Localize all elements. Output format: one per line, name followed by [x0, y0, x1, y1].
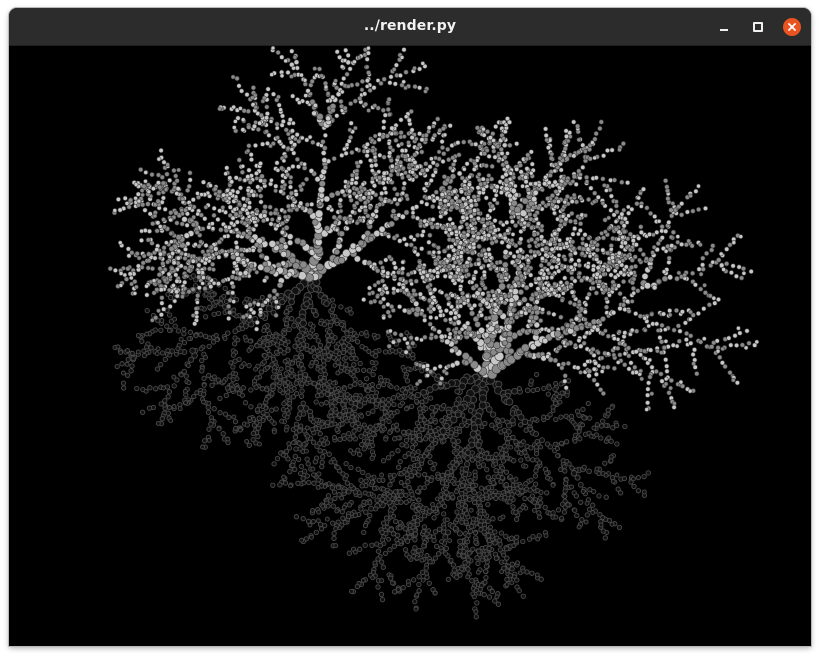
close-button[interactable] — [782, 17, 802, 37]
minimize-button[interactable] — [714, 17, 734, 37]
minimize-icon — [720, 29, 728, 31]
maximize-icon — [753, 22, 763, 32]
maximize-button[interactable] — [748, 17, 768, 37]
title-bar[interactable]: ../render.py — [9, 8, 811, 46]
render-canvas[interactable] — [9, 46, 811, 646]
app-window: ../render.py — [9, 8, 811, 646]
fractal-image — [107, 46, 760, 620]
close-icon — [783, 18, 801, 36]
window-title: ../render.py — [363, 18, 457, 34]
